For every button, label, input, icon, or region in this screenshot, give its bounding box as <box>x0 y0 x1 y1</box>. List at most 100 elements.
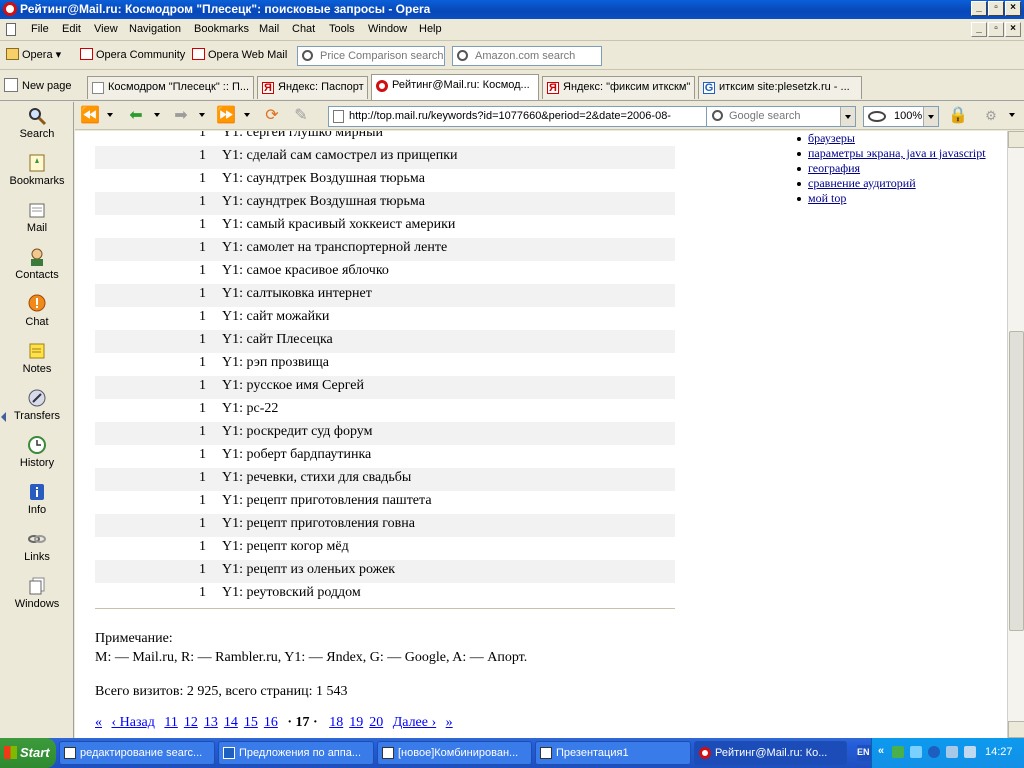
fast-forward-dropdown-icon[interactable] <box>244 113 250 117</box>
panel-links[interactable]: Links <box>0 529 74 563</box>
tab-yandex-passport[interactable]: Я Яндекс: Паспорт <box>257 76 368 99</box>
panel-notes[interactable]: Notes <box>0 341 74 375</box>
task-proposals[interactable]: Предложения по аппа... <box>218 741 374 765</box>
menu-chat[interactable]: Chat <box>292 23 315 35</box>
page-number-link[interactable]: 20 <box>369 715 383 730</box>
row-query: Y1: сделай сам самострел из прищепки <box>222 148 458 163</box>
panel-mail[interactable]: Mail <box>0 200 74 234</box>
menu-help[interactable]: Help <box>419 23 442 35</box>
panel-contacts[interactable]: Contacts <box>0 247 74 281</box>
panel-collapse-arrow-icon[interactable] <box>1 412 6 422</box>
menu-bookmarks[interactable]: Bookmarks <box>194 23 249 35</box>
opera-web-mail-link[interactable]: Opera Web Mail <box>192 48 287 61</box>
tab-kosmodrom[interactable]: Космодром "Плесецк" :: П... <box>87 76 254 99</box>
table-row: 1 Y1: роскредит суд форум <box>95 422 675 445</box>
back-dropdown-icon[interactable] <box>154 113 160 117</box>
forward-button[interactable]: ➡ <box>170 106 192 126</box>
back-button[interactable]: ⬅ <box>125 106 147 126</box>
tray-app-icon[interactable] <box>910 746 922 758</box>
wand-button[interactable]: 🔒 <box>947 106 969 126</box>
voice-button[interactable]: ⚙ <box>980 106 1002 126</box>
yandex-icon: Я <box>262 82 274 94</box>
page-number-link[interactable]: 11 <box>164 715 177 730</box>
forward-dropdown-icon[interactable] <box>199 113 205 117</box>
maximize-button[interactable]: ▫ <box>988 1 1004 16</box>
mdi-restore-button[interactable]: ▫ <box>988 22 1004 37</box>
mdi-close-button[interactable]: × <box>1005 22 1021 37</box>
menu-tools[interactable]: Tools <box>329 23 355 35</box>
opera-folder[interactable]: Opera ▾ <box>6 48 61 61</box>
menu-file[interactable]: File <box>31 23 49 35</box>
panel-bookmarks[interactable]: Bookmarks <box>0 153 74 187</box>
tab-yandex-search[interactable]: Я Яндекс: "фиксим иткскм" <box>542 76 695 99</box>
opera-community-link[interactable]: Opera Community <box>80 48 185 61</box>
language-indicator[interactable]: EN <box>857 745 871 761</box>
bluetooth-icon[interactable] <box>928 746 940 758</box>
scroll-down-button[interactable] <box>1008 721 1024 738</box>
price-comparison-search[interactable]: Price Comparison search <box>297 46 445 66</box>
report-link[interactable]: мой top <box>808 191 846 205</box>
panel-search[interactable]: Search <box>0 106 74 140</box>
page-number-link[interactable]: 12 <box>184 715 198 730</box>
minimize-button[interactable]: _ <box>971 1 987 16</box>
vertical-scrollbar[interactable] <box>1007 131 1024 738</box>
rewind-dropdown-icon[interactable] <box>107 113 113 117</box>
page-first-link[interactable]: « <box>95 715 102 730</box>
menu-navigation[interactable]: Navigation <box>129 23 181 35</box>
fast-forward-button[interactable]: ⏩ <box>215 106 237 126</box>
task-opera[interactable]: Рейтинг@Mail.ru: Ко... <box>694 741 847 765</box>
system-tray: « 14:27 <box>871 738 1024 768</box>
security-icon[interactable] <box>964 746 976 758</box>
zoom-selector[interactable]: 100% <box>863 106 939 127</box>
page-next-link[interactable]: Далее › <box>393 715 436 730</box>
report-link[interactable]: параметры экрана, java и javascript <box>808 146 986 160</box>
panel-history[interactable]: History <box>0 435 74 469</box>
mdi-minimize-button[interactable]: _ <box>971 22 987 37</box>
volume-icon[interactable] <box>946 746 958 758</box>
new-page-button[interactable]: New page <box>4 78 72 92</box>
tab-google-search[interactable]: Gитксим site:plesetzk.ru - ... <box>698 76 862 99</box>
network-icon[interactable] <box>892 746 904 758</box>
tray-expand-icon[interactable]: « <box>878 745 884 757</box>
report-link[interactable]: браузеры <box>808 131 855 145</box>
task-editing[interactable]: редактирование searc... <box>59 741 215 765</box>
page-number-link[interactable]: 18 <box>329 715 343 730</box>
edit-page-button[interactable]: ✎ <box>290 106 312 126</box>
task-presentation[interactable]: Презентация1 <box>535 741 691 765</box>
amazon-search[interactable]: Amazon.com search <box>452 46 602 66</box>
taskbar: Start редактирование searc... Предложени… <box>0 738 1024 768</box>
tab-rating-mail[interactable]: Рейтинг@Mail.ru: Космод... <box>371 74 539 100</box>
panel-windows[interactable]: Windows <box>0 576 74 610</box>
page-number-link[interactable]: 13 <box>204 715 218 730</box>
menu-edit[interactable]: Edit <box>62 23 81 35</box>
page-prev-link[interactable]: ‹ Назад <box>112 715 155 730</box>
reload-button[interactable]: ⟳ <box>261 106 283 126</box>
page-number-link[interactable]: 16 <box>264 715 278 730</box>
page-last-link[interactable]: » <box>446 715 453 730</box>
page-number-link[interactable]: 15 <box>244 715 258 730</box>
start-button[interactable]: Start <box>0 738 56 768</box>
menu-mail[interactable]: Mail <box>259 23 279 35</box>
panel-info[interactable]: Info <box>0 482 74 516</box>
menu-window[interactable]: Window <box>368 23 407 35</box>
panel-chat[interactable]: Chat <box>0 294 74 328</box>
address-field[interactable]: http://top.mail.ru/keywords?id=1077660&p… <box>328 106 758 127</box>
row-query: Y1: речевки, стихи для свадьбы <box>222 470 412 485</box>
close-button[interactable]: × <box>1005 1 1021 16</box>
clock[interactable]: 14:27 <box>985 746 1013 758</box>
scroll-thumb[interactable] <box>1009 331 1024 631</box>
search-engine-dropdown[interactable] <box>840 107 855 126</box>
scroll-up-button[interactable] <box>1008 131 1024 148</box>
menu-view[interactable]: View <box>94 23 118 35</box>
voice-dropdown-icon[interactable] <box>1009 113 1015 117</box>
panel-transfers[interactable]: Transfers <box>0 388 74 422</box>
task-combined[interactable]: [новое]Комбинирован... <box>377 741 532 765</box>
rewind-button[interactable]: ⏪ <box>79 106 101 126</box>
page-number-link[interactable]: 19 <box>349 715 363 730</box>
google-search-field[interactable]: Google search <box>706 106 856 127</box>
report-link[interactable]: география <box>808 161 860 175</box>
report-link[interactable]: сравнение аудиторий <box>808 176 916 190</box>
search-icon <box>712 110 723 121</box>
zoom-dropdown[interactable] <box>923 107 938 126</box>
page-number-link[interactable]: 14 <box>224 715 238 730</box>
